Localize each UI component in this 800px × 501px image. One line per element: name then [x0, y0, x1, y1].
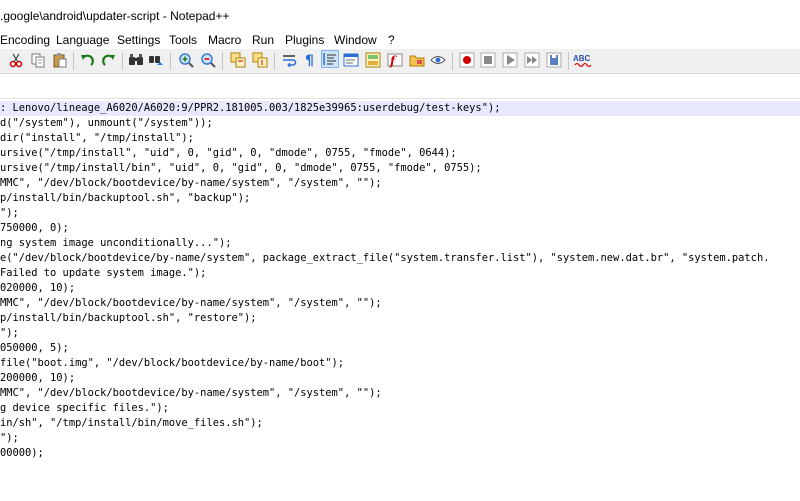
code-line[interactable]: "); [0, 326, 19, 341]
monitoring-icon[interactable] [430, 52, 446, 68]
zoom-out-icon[interactable] [200, 52, 216, 68]
toolbar-separator [568, 52, 569, 70]
sync-vertical-icon[interactable] [230, 52, 246, 68]
save-macro-icon[interactable] [546, 52, 562, 68]
replace-icon[interactable] [148, 52, 164, 68]
toolbar-separator [170, 52, 171, 70]
menu-window[interactable]: Window [334, 33, 377, 47]
code-line[interactable]: ursive("/tmp/install/bin", "uid", 0, "gi… [0, 161, 482, 176]
window-title: .google\android\updater-script - Notepad… [0, 9, 230, 23]
code-line[interactable]: d("/system"), unmount("/system")); [0, 116, 213, 131]
menu-plugins[interactable]: Plugins [285, 33, 324, 47]
menu-language[interactable]: Language [56, 33, 109, 47]
code-line[interactable]: MMC", "/dev/block/bootdevice/by-name/sys… [0, 296, 382, 311]
code-line[interactable]: ng system image unconditionally..."); [0, 236, 231, 251]
spell-check-icon[interactable]: ABC [573, 52, 593, 68]
tab-bar-area [0, 74, 800, 98]
sync-horizontal-icon[interactable] [252, 52, 268, 68]
folder-workspace-icon[interactable] [409, 52, 425, 68]
code-line[interactable]: 020000, 10); [0, 281, 75, 296]
current-line[interactable]: : Lenovo/lineage_A6020/A6020:9/PPR2.1810… [0, 101, 800, 116]
code-line[interactable]: "); [0, 431, 19, 446]
menu-settings[interactable]: Settings [117, 33, 160, 47]
menu-macro[interactable]: Macro [208, 33, 241, 47]
udl-icon[interactable] [343, 52, 359, 68]
code-line[interactable]: 00000); [0, 446, 44, 461]
code-line[interactable]: p/install/bin/backuptool.sh", "backup"); [0, 191, 250, 206]
play-macro-icon[interactable] [502, 52, 518, 68]
code-line[interactable]: "); [0, 206, 19, 221]
svg-text:¶: ¶ [305, 53, 314, 68]
redo-icon[interactable] [101, 52, 117, 68]
copy-icon[interactable] [30, 52, 46, 68]
toolbar-separator [452, 52, 453, 70]
toolbar-separator [274, 52, 275, 70]
find-icon[interactable] [128, 52, 144, 68]
menu-encoding[interactable]: Encoding [0, 33, 50, 47]
paste-icon[interactable] [52, 52, 68, 68]
editor-text-area[interactable]: : Lenovo/lineage_A6020/A6020:9/PPR2.1810… [0, 98, 800, 501]
indent-guide-icon[interactable] [321, 50, 339, 68]
undo-icon[interactable] [79, 52, 95, 68]
code-line[interactable]: 750000, 0); [0, 221, 69, 236]
toolbar-separator [73, 52, 74, 70]
toolbar: ¶ f ABC [0, 49, 800, 74]
code-line[interactable]: MMC", "/dev/block/bootdevice/by-name/sys… [0, 176, 382, 191]
code-line[interactable]: ursive("/tmp/install", "uid", 0, "gid", … [0, 146, 457, 161]
code-line[interactable]: Failed to update system image."); [0, 266, 206, 281]
svg-text:ABC: ABC [573, 54, 591, 63]
code-line[interactable]: in/sh", "/tmp/install/bin/move_files.sh"… [0, 416, 263, 431]
code-line[interactable]: e("/dev/block/bootdevice/by-name/system"… [0, 251, 769, 266]
code-line[interactable]: 050000, 5); [0, 341, 69, 356]
stop-record-icon[interactable] [480, 52, 496, 68]
menu-tools[interactable]: Tools [169, 33, 197, 47]
record-macro-icon[interactable] [459, 52, 475, 68]
show-all-chars-icon[interactable]: ¶ [302, 52, 318, 68]
toolbar-separator [222, 52, 223, 70]
menu-help[interactable]: ? [388, 33, 395, 47]
code-line[interactable]: 200000, 10); [0, 371, 75, 386]
code-line[interactable]: file("boot.img", "/dev/block/bootdevice/… [0, 356, 344, 371]
play-multiple-icon[interactable] [524, 52, 540, 68]
menu-bar: Encoding Language Settings Tools Macro R… [0, 30, 800, 49]
title-bar: .google\android\updater-script - Notepad… [0, 0, 800, 30]
menu-run[interactable]: Run [252, 33, 274, 47]
code-line[interactable]: p/install/bin/backuptool.sh", "restore")… [0, 311, 256, 326]
cut-icon[interactable] [8, 52, 24, 68]
code-line[interactable]: MMC", "/dev/block/bootdevice/by-name/sys… [0, 386, 382, 401]
code-line[interactable]: g device specific files."); [0, 401, 169, 416]
word-wrap-icon[interactable] [281, 52, 297, 68]
function-list-icon[interactable]: f [387, 52, 403, 68]
toolbar-separator [122, 52, 123, 70]
zoom-in-icon[interactable] [178, 52, 194, 68]
code-line[interactable]: dir("install", "/tmp/install"); [0, 131, 194, 146]
doc-map-icon[interactable] [365, 52, 381, 68]
